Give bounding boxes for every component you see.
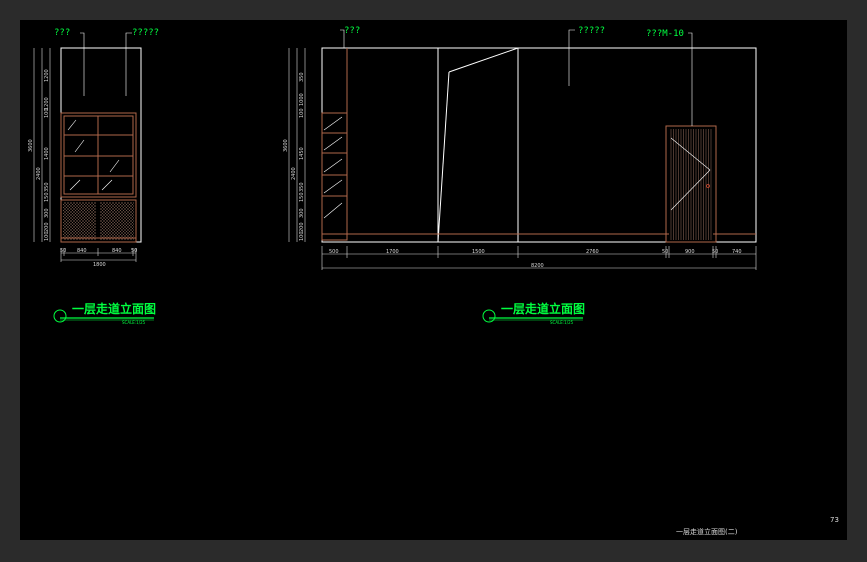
cad-viewport-frame: ??? ????? 3600 2400 1200 1200 100 1400 3… <box>0 0 867 562</box>
right-vdim-2: 100 <box>299 108 305 118</box>
right-hdim-2: 1500 <box>472 249 485 255</box>
right-vdim-4: 350 <box>299 182 305 192</box>
left-vdim-8: 100 <box>44 231 50 241</box>
left-hdim-total: 1800 <box>93 262 106 268</box>
left-vdim-7: 200 <box>44 222 50 232</box>
right-hdim-1: 1700 <box>386 249 399 255</box>
page-number: 73 <box>830 516 839 524</box>
right-hdim-6: 50 <box>712 249 718 255</box>
left-door-mesh-a <box>63 202 96 240</box>
left-hdim-3: 50 <box>131 248 137 254</box>
left-hdim-0: 50 <box>60 248 66 254</box>
sheet-footer-title: 一层走道立面图(二) <box>676 527 738 536</box>
right-vdim-0: 350 <box>299 72 305 82</box>
left-callout-b: ????? <box>132 28 159 38</box>
right-hdim-3: 2760 <box>586 249 599 255</box>
right-callout-a: ??? <box>344 26 360 36</box>
right-vdim-total-a: 3600 <box>283 139 289 152</box>
drawing-canvas[interactable]: ??? ????? 3600 2400 1200 1200 100 1400 3… <box>20 20 847 540</box>
right-vdim-3: 1450 <box>299 147 305 160</box>
right-vdim-5: 150 <box>299 192 305 202</box>
right-hdim-4: 50 <box>662 249 668 255</box>
right-vdim-1: 1000 <box>299 93 305 106</box>
right-hdim-7: 740 <box>732 249 742 255</box>
right-shelf-unit <box>321 112 348 241</box>
left-view-title: 一层走道立面图 <box>72 301 156 316</box>
right-hdim-0: 500 <box>329 249 339 255</box>
left-hdim-1: 840 <box>77 248 87 254</box>
right-vdim-total-b: 2400 <box>291 167 297 180</box>
left-vdim-6: 300 <box>44 208 50 218</box>
left-vdim-3: 1400 <box>44 147 50 160</box>
left-vdim-5: 150 <box>44 192 50 202</box>
left-view-scale: SCALE:1/25 <box>122 320 146 325</box>
right-hdim-5: 900 <box>685 249 695 255</box>
right-callout-b: ????? <box>578 26 605 36</box>
left-vdim-total-b: 2400 <box>36 167 42 180</box>
right-vdim-6: 300 <box>299 208 305 218</box>
left-callout-a: ??? <box>54 28 70 38</box>
left-vdim-total-a: 3600 <box>28 139 34 152</box>
left-elevation: ??? ????? 3600 2400 1200 1200 100 1400 3… <box>28 28 159 325</box>
right-hdim-total: 8200 <box>531 263 544 269</box>
right-view-scale: SCALE:1/25 <box>550 320 574 325</box>
right-door-panel <box>669 129 713 240</box>
left-door-mesh-b <box>100 202 134 240</box>
left-vdim-2: 100 <box>44 108 50 118</box>
right-callout-c: ???M-10 <box>646 29 684 39</box>
left-vdim-4: 350 <box>44 182 50 192</box>
right-elevation: ??? ????? ???M-10 3600 2400 350 1000 100… <box>283 26 757 325</box>
left-vdim-0: 1200 <box>44 69 50 82</box>
left-vdim-1: 1200 <box>44 97 50 110</box>
right-view-title: 一层走道立面图 <box>501 301 585 316</box>
drawing-sheet[interactable]: ??? ????? 3600 2400 1200 1200 100 1400 3… <box>20 20 847 540</box>
right-vdim-8: 100 <box>299 231 305 241</box>
left-hdim-2: 840 <box>112 248 122 254</box>
right-vdim-7: 200 <box>299 222 305 232</box>
